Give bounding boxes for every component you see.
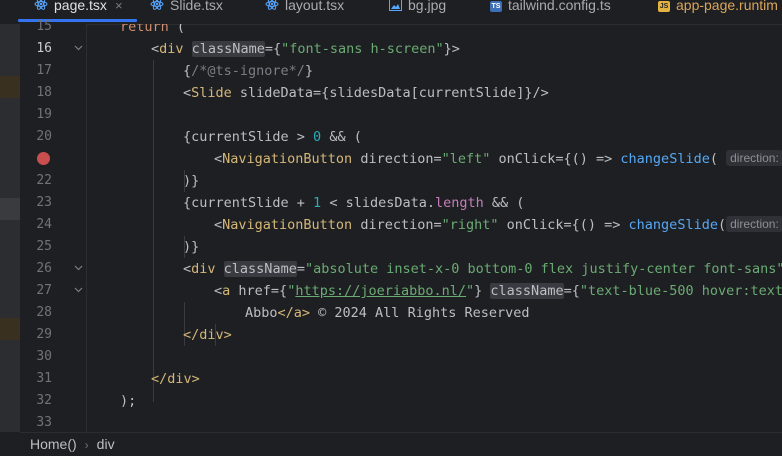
strip-marker [0,76,20,98]
fold-chevron-icon[interactable] [73,280,83,302]
tool-window-strip [0,24,20,432]
code-line: return ( [120,24,186,35]
close-icon[interactable]: × [115,0,123,13]
breadcrumb-item-home[interactable]: Home() [30,433,77,455]
line-number: 23 [36,195,52,210]
fold-chevron-icon[interactable] [73,258,83,280]
code-line: <Slide slideData={slidesData[currentSlid… [183,85,549,101]
tab-tailwind-config[interactable]: TS tailwind.config.ts [490,0,611,20]
breadcrumb-item-div[interactable]: div [97,433,115,455]
code-line: {currentSlide + 1 < slidesData.length &&… [183,195,525,211]
code-line: <NavigationButton direction="right" onCl… [214,214,782,236]
image-icon [389,0,402,15]
tab-layout-tsx[interactable]: layout.tsx [265,0,344,20]
react-icon [150,0,164,15]
code-line: {/*@ts-ignore*/} [183,63,314,79]
code-line: <div className="absolute inset-x-0 botto… [183,261,782,277]
strip-marker [0,198,20,220]
code-line: )} [183,173,200,189]
tab-app-page-runtime[interactable]: JS app-page.runtim [658,0,778,20]
line-number: 19 [36,107,52,122]
code-line: <div className={"font-sans h-screen"}> [151,41,460,57]
line-number: 18 [36,85,52,100]
line-number: 32 [36,393,52,408]
code-editor[interactable]: return ( <div className={"font-sans h-sc… [87,24,782,432]
line-number: 31 [36,371,52,386]
line-number: 29 [36,327,52,342]
inlay-parameter-hint: direction: [726,216,782,232]
line-number: 30 [36,349,52,364]
javascript-icon: JS [658,0,670,12]
code-line: Abbo</a> © 2024 All Rights Reserved [245,305,530,321]
react-icon [265,0,279,15]
typescript-icon: TS [490,0,502,12]
line-number: 33 [36,415,52,430]
fold-chevron-icon[interactable] [73,38,83,60]
editor-tab-bar: page.tsx × Slide.tsx layout.tsx bg.jpg TS… [0,0,782,25]
tab-label: Slide.tsx [170,0,223,13]
line-number: 22 [36,173,52,188]
code-line: )} [183,239,200,255]
breadcrumb: Home() › div [20,432,782,455]
tab-bg-jpg[interactable]: bg.jpg [389,0,446,20]
line-number: 25 [36,239,52,254]
line-number: 15 [36,19,52,34]
tab-label: page.tsx [54,0,107,13]
inlay-parameter-hint: direction: [726,150,782,166]
chevron-right-icon: › [84,438,89,452]
code-line: <a href={"https://joeriabbo.nl/"} classN… [214,283,782,299]
tab-label: app-page.runtim [676,0,778,13]
line-number: 20 [36,129,52,144]
line-number: 17 [36,63,52,78]
line-number: 16 [36,41,52,56]
line-number: 24 [36,217,52,232]
code-line: </div> [151,371,200,387]
code-line: {currentSlide > 0 && ( [183,129,362,145]
indent-guide [153,60,154,402]
line-number: 26 [36,261,52,276]
tab-label: bg.jpg [408,0,447,13]
code-line: <NavigationButton direction="left" onCli… [214,148,782,170]
code-line: </div> [183,327,232,343]
tab-label: layout.tsx [285,0,345,13]
line-number: 27 [36,283,52,298]
breakpoint-icon[interactable] [37,152,50,165]
react-icon [34,0,48,15]
tab-slide-tsx[interactable]: Slide.tsx [150,0,223,20]
line-number: 28 [36,305,52,320]
code-line: ); [120,393,137,409]
tab-label: tailwind.config.ts [508,0,611,13]
strip-marker [0,318,20,340]
url-link[interactable]: https://joeriabbo.nl/ [295,283,466,299]
